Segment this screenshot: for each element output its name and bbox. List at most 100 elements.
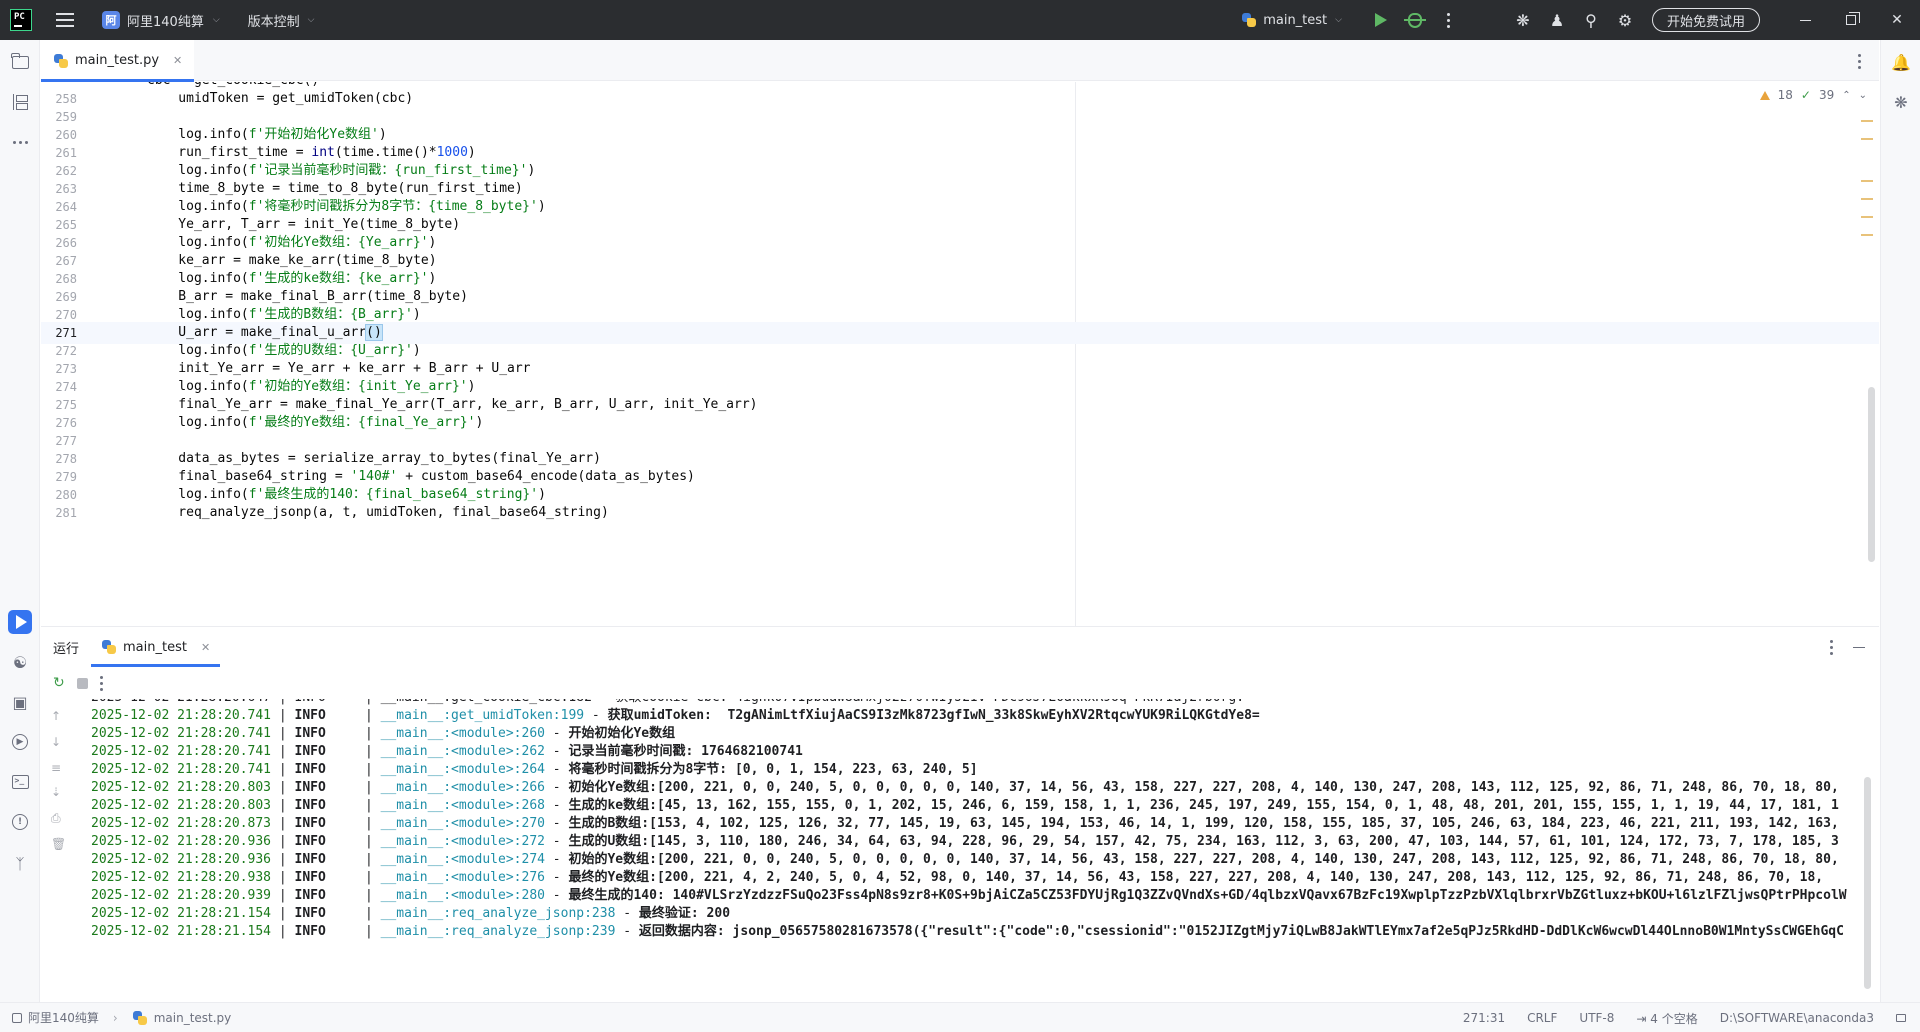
settings-button[interactable]: ⚙	[1608, 0, 1642, 40]
caret-position[interactable]: 271:31	[1463, 1011, 1505, 1025]
structure-tool-button[interactable]	[8, 90, 32, 114]
run-options-button[interactable]	[1830, 640, 1833, 655]
log-level: INFO	[294, 852, 358, 867]
code-editor[interactable]: cbc = get_cookie_cbc() 258 umidToken = g…	[41, 82, 1879, 626]
log-module[interactable]: __main__:<module>:280	[381, 888, 545, 903]
run-window-title: 运行	[53, 641, 80, 657]
start-trial-button[interactable]: 开始免费试用	[1651, 8, 1760, 32]
log-module[interactable]: __main__:<module>:260	[381, 726, 545, 741]
warning-stripe[interactable]	[1861, 198, 1873, 200]
stop-icon[interactable]	[76, 677, 88, 689]
log-module[interactable]: __main__:<module>:270	[381, 816, 545, 831]
tab-options-button[interactable]	[1858, 54, 1861, 69]
layers-tool-button[interactable]: ▣	[8, 690, 32, 714]
project-selector[interactable]: 阿 阿里140纯算 ⌵	[102, 11, 220, 30]
lock-icon[interactable]	[1896, 1014, 1906, 1022]
close-icon[interactable]: ✕	[173, 54, 182, 67]
print-icon[interactable]: ⎙	[51, 811, 61, 826]
log-level: INFO	[294, 708, 358, 723]
log-separator: |	[271, 816, 295, 831]
warning-stripe[interactable]	[1861, 216, 1873, 218]
code-with-me-button[interactable]: ♟	[1540, 0, 1574, 40]
run-config-selector[interactable]: main_test ⌵	[1241, 12, 1342, 28]
log-timestamp: 2025-12-02 21:28:20.741	[91, 708, 272, 723]
run-config-name: main_test	[1263, 12, 1328, 28]
breadcrumb-project[interactable]: 阿里140纯算	[28, 1009, 99, 1026]
breadcrumb-file[interactable]: main_test.py	[154, 1011, 232, 1025]
log-timestamp: 2025-12-02 21:28:20.873	[91, 816, 272, 831]
more-horizontal-icon	[12, 140, 28, 144]
vcs-menu[interactable]: 版本控制 ⌵	[248, 11, 315, 30]
project-tool-button[interactable]	[8, 50, 32, 74]
log-module[interactable]: __main__:<module>:276	[381, 870, 545, 885]
log-message: 生成的ke数组:[45, 13, 162, 155, 155, 0, 1, 20…	[568, 798, 1839, 813]
restore-button[interactable]	[1828, 0, 1874, 40]
python-packages-tool-button[interactable]: ☯	[8, 650, 32, 674]
log-module[interactable]: __main__:<module>:262	[381, 744, 545, 759]
ai-assistant-button[interactable]: ❋	[1506, 0, 1540, 40]
more-tools-button[interactable]	[8, 130, 32, 154]
run-tool-button[interactable]	[8, 610, 32, 634]
warning-stripe[interactable]	[1861, 120, 1873, 122]
scroll-up-icon[interactable]: ↑	[51, 709, 61, 723]
minimize-button[interactable]	[1782, 0, 1828, 40]
log-separator: |	[357, 762, 381, 777]
python-file-icon	[53, 53, 69, 69]
inspection-widget[interactable]: 18 ✓ 39 ⌃ ⌄	[1759, 88, 1867, 102]
warning-stripe[interactable]	[1861, 180, 1873, 182]
line-separator[interactable]: CRLF	[1527, 1011, 1557, 1025]
trash-icon[interactable]: 🗑	[51, 837, 66, 851]
breadcrumb: 阿里140纯算 › main_test.py	[12, 1009, 231, 1026]
log-module[interactable]: __main__:<module>:268	[381, 798, 545, 813]
scroll-to-end-icon[interactable]: ⇣	[51, 785, 61, 799]
terminal-tool-button[interactable]: >_	[8, 770, 32, 794]
log-module[interactable]: __main__:<module>:266	[381, 780, 545, 795]
log-module[interactable]: __main__:<module>:272	[381, 834, 545, 849]
main-menu-button[interactable]	[56, 13, 74, 27]
services-tool-button[interactable]: ▶	[8, 730, 32, 754]
log-timestamp: 2025-12-02 21:28:20.936	[91, 834, 272, 849]
code-area[interactable]: 258 umidToken = get_umidToken(cbc) 259 260…	[41, 82, 1879, 626]
problems-tool-button[interactable]: !	[8, 810, 32, 834]
editor-scrollbar[interactable]	[1868, 387, 1875, 562]
run-toolbar-more-button[interactable]	[99, 675, 103, 691]
log-module[interactable]: __main__:req_analyze_jsonp:238	[381, 906, 616, 921]
log-separator: |	[271, 852, 295, 867]
scroll-down-icon[interactable]: ↓	[51, 735, 61, 749]
close-icon[interactable]: ✕	[201, 641, 210, 654]
more-actions-button[interactable]	[1432, 0, 1466, 40]
soft-wrap-icon[interactable]: ≡	[51, 761, 61, 775]
layers-icon: ▣	[12, 692, 28, 712]
python-file-icon	[132, 1010, 148, 1026]
run-tab-main-test[interactable]: main_test ✕	[91, 627, 221, 667]
chevron-down-icon[interactable]: ⌄	[1859, 90, 1867, 101]
code-line[interactable]: 281 req_analyze_jsonp(a, t, umidToken, f…	[41, 502, 1879, 524]
close-window-button[interactable]: ✕	[1874, 0, 1920, 40]
search-everywhere-button[interactable]: ⚲	[1574, 0, 1608, 40]
ai-chat-button[interactable]: ❋	[1889, 90, 1913, 114]
debug-button[interactable]	[1398, 0, 1432, 40]
python-interpreter[interactable]: D:\SOFTWARE\anaconda3	[1720, 1011, 1874, 1025]
chevron-up-icon[interactable]: ⌃	[1842, 90, 1850, 101]
indent-setting[interactable]: ⇥ 4 个空格	[1636, 1010, 1697, 1027]
notifications-button[interactable]: 🔔	[1889, 50, 1913, 74]
git-branch-icon: ᛉ	[15, 855, 25, 873]
log-module[interactable]: __main__:<module>:264	[381, 762, 545, 777]
run-button[interactable]	[1364, 0, 1398, 40]
log-module[interactable]: __main__:<module>:274	[381, 852, 545, 867]
file-encoding[interactable]: UTF-8	[1579, 1011, 1614, 1025]
hide-run-window-button[interactable]	[1853, 646, 1865, 649]
log-separator: |	[357, 834, 381, 849]
rerun-icon[interactable]: ↻	[53, 675, 65, 691]
warning-stripe[interactable]	[1861, 138, 1873, 140]
line-number[interactable]: 281	[47, 502, 77, 524]
tab-main-test-py[interactable]: main_test.py ✕	[41, 40, 195, 82]
warning-stripe[interactable]	[1861, 234, 1873, 236]
console-output[interactable]: 2025-12-02 21:28:20.647 | INFO | __main_…	[91, 699, 1851, 1003]
log-separator: |	[357, 852, 381, 867]
git-tool-button[interactable]: ᛉ	[8, 852, 32, 876]
console-scrollbar[interactable]	[1864, 777, 1871, 989]
log-timestamp: 2025-12-02 21:28:20.939	[91, 888, 272, 903]
log-module[interactable]: __main__:req_analyze_jsonp:239	[381, 924, 616, 939]
log-module[interactable]: __main__:get_umidToken:199	[381, 708, 585, 723]
